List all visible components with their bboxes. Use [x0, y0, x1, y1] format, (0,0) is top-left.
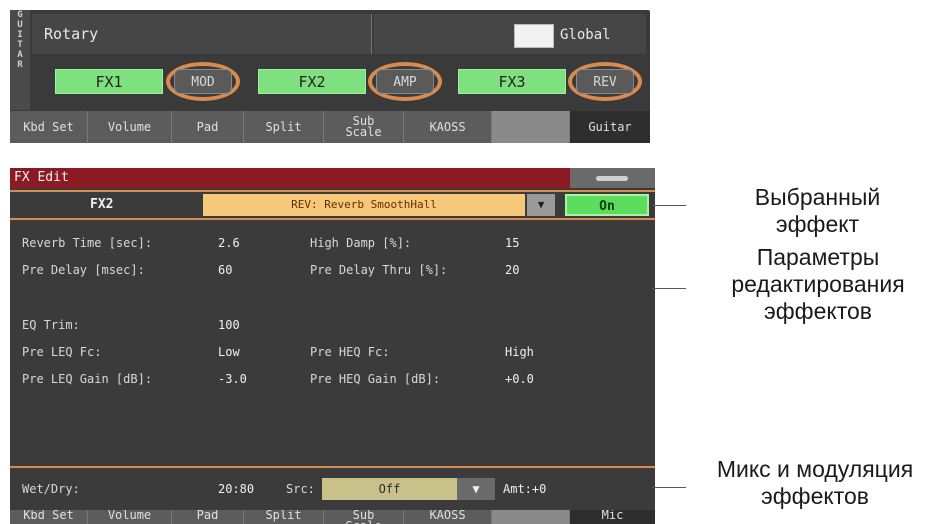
global-checkbox[interactable] — [514, 24, 554, 48]
param-value[interactable]: High — [505, 345, 534, 359]
param-label: EQ Trim: — [22, 318, 80, 332]
tab-sub-scale[interactable]: Sub Scale — [324, 510, 404, 524]
fx-type-select[interactable]: REV: Reverb SmoothHall — [203, 194, 525, 216]
tab-volume[interactable]: Volume — [88, 510, 172, 524]
param-label: Pre HEQ Fc: — [310, 345, 390, 359]
top-tab-bar: Kbd Set Volume Pad Split Sub Scale KAOSS… — [10, 111, 650, 143]
tab-split[interactable]: Split — [244, 111, 324, 143]
param-label: High Damp [%]: — [310, 236, 412, 250]
tab-pad[interactable]: Pad — [172, 111, 244, 143]
wet-dry-value[interactable]: 20:80 — [218, 482, 254, 496]
fx-edit-title: FX Edit — [10, 168, 570, 188]
param-value[interactable]: 20 — [505, 263, 519, 277]
fx2-button[interactable]: FX2 — [258, 69, 366, 94]
src-label: Src: — [286, 482, 315, 496]
param-value[interactable]: +0.0 — [505, 372, 534, 386]
amt-value[interactable]: Amt:+0 — [503, 482, 546, 496]
chevron-down-icon[interactable]: ▼ — [527, 194, 555, 216]
tab-kaoss[interactable]: KAOSS — [404, 510, 492, 524]
mod-type-button[interactable]: MOD — [174, 69, 232, 94]
fx3-button[interactable]: FX3 — [458, 69, 566, 94]
mix-divider — [10, 466, 655, 468]
tab-split[interactable]: Split — [244, 510, 324, 524]
param-value[interactable]: 15 — [505, 236, 519, 250]
tab-empty[interactable] — [492, 510, 570, 524]
annotation-edit-params: Параметры редактирования эффектов — [731, 244, 905, 324]
global-label: Global — [560, 27, 611, 43]
tab-empty[interactable] — [492, 111, 570, 143]
param-value[interactable]: 60 — [218, 263, 232, 277]
param-label: Pre Delay [msec]: — [22, 263, 145, 277]
param-label: Pre LEQ Fc: — [22, 345, 102, 359]
callout-line — [652, 288, 686, 289]
param-value[interactable]: 2.6 — [218, 236, 240, 250]
guitar-side-label: GU IT AR — [10, 10, 30, 110]
callout-line — [652, 205, 686, 206]
tab-kbd-set[interactable]: Kbd Set — [10, 111, 88, 143]
tab-kbd-set[interactable]: Kbd Set — [10, 510, 88, 524]
wet-dry-label: Wet/Dry: — [22, 482, 80, 496]
param-label: Pre LEQ Gain [dB]: — [22, 372, 153, 386]
effect-name-field[interactable]: Rotary — [32, 14, 372, 54]
rev-type-button[interactable]: REV — [576, 69, 634, 94]
param-value[interactable]: -3.0 — [218, 372, 247, 386]
tab-guitar[interactable]: Guitar — [570, 111, 650, 143]
fx-slot-name: FX2 — [90, 197, 114, 212]
tab-pad[interactable]: Pad — [172, 510, 244, 524]
fx1-button[interactable]: FX1 — [55, 69, 163, 94]
param-label: Pre HEQ Gain [dB]: — [310, 372, 441, 386]
param-label: Pre Delay Thru [%]: — [310, 263, 448, 277]
annotation-selected-effect: Выбранный эффект — [754, 184, 881, 237]
param-value[interactable]: 100 — [218, 318, 240, 332]
annotation-mix-mod: Микс и модуляция эффектов — [716, 456, 914, 509]
tab-mic[interactable]: Mic — [570, 510, 655, 524]
amp-type-button[interactable]: AMP — [376, 69, 434, 94]
bottom-tab-bar: Kbd Set Volume Pad Split Sub Scale KAOSS… — [10, 510, 655, 524]
callout-line — [652, 487, 686, 488]
src-select[interactable]: Off — [322, 478, 457, 500]
close-bar-icon — [596, 176, 628, 181]
tab-kaoss[interactable]: KAOSS — [404, 111, 492, 143]
param-value[interactable]: Low — [218, 345, 240, 359]
tab-sub-scale[interactable]: Sub Scale — [324, 111, 404, 143]
chevron-down-icon[interactable]: ▼ — [457, 478, 495, 500]
tab-volume[interactable]: Volume — [88, 111, 172, 143]
param-label: Reverb Time [sec]: — [22, 236, 153, 250]
fx-on-button[interactable]: On — [565, 194, 649, 216]
